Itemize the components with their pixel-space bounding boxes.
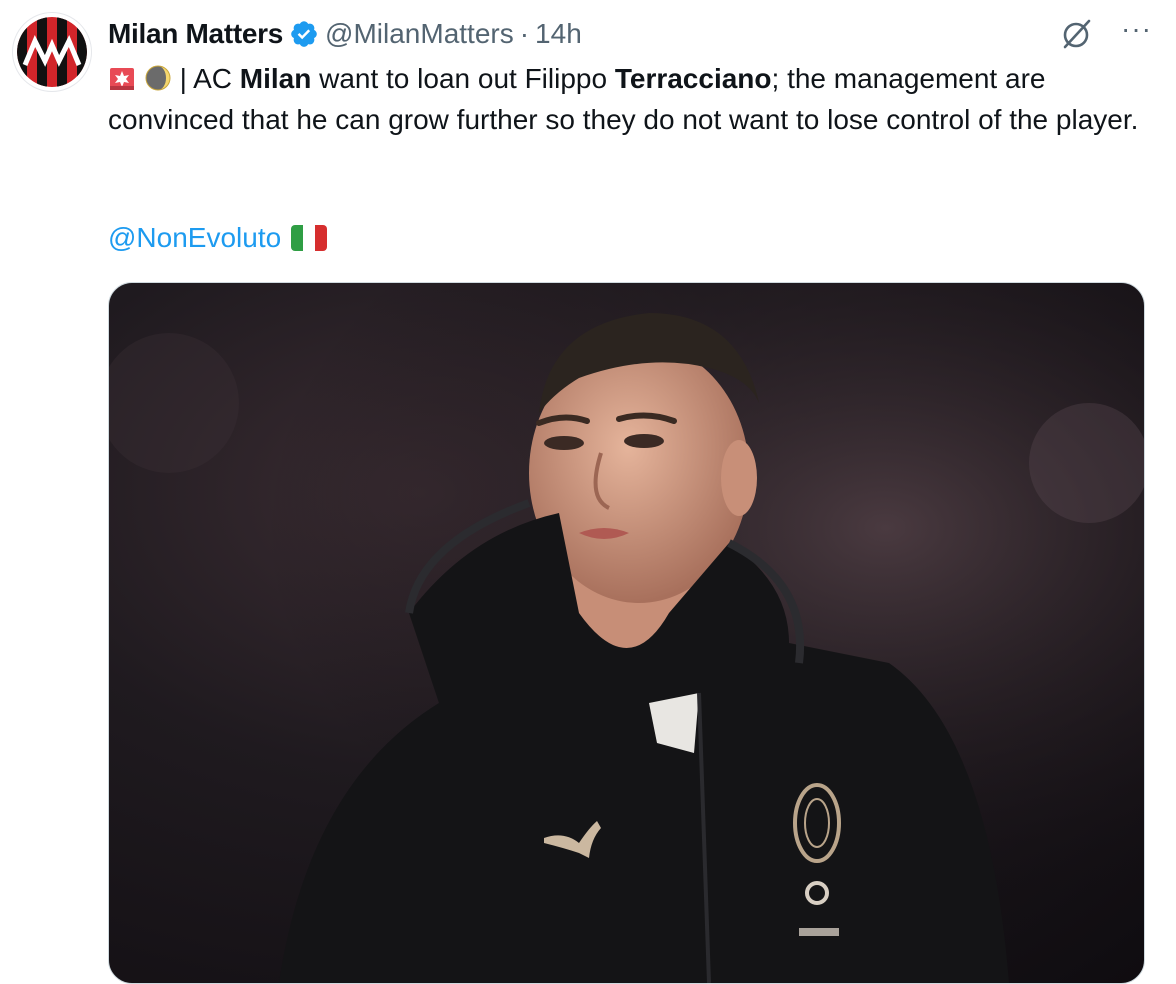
separator-dot: · [519,18,530,49]
tweet-timestamp[interactable]: 14h [535,18,582,50]
tweet-header: Milan Matters @MilanMatters · 14h [108,14,582,54]
moon-emoji [145,65,171,91]
tweet-text: | AC Milan want to loan out Filippo Terr… [108,58,1158,140]
text-part-2: want to loan out Filippo [311,63,615,94]
text-divider: | [179,63,187,94]
tweet-media-image[interactable] [108,282,1145,984]
mention-line: @NonEvoluto [108,220,328,256]
text-part-1: AC [193,63,240,94]
verified-badge-icon[interactable] [289,19,319,49]
author-handle[interactable]: @MilanMatters [325,18,514,50]
more-icon[interactable]: ··· [1121,15,1152,43]
avatar[interactable] [12,12,92,92]
tweet-actions: ··· [1059,15,1152,52]
italy-flag-emoji [291,225,328,251]
milan-matters-logo [17,17,87,87]
mention-link[interactable]: @NonEvoluto [108,220,281,256]
author-name[interactable]: Milan Matters [108,18,283,50]
text-bold-milan: Milan [239,63,312,94]
siren-emoji [110,68,134,90]
text-bold-terracciano: Terracciano [614,63,772,94]
grok-icon[interactable] [1059,16,1095,52]
